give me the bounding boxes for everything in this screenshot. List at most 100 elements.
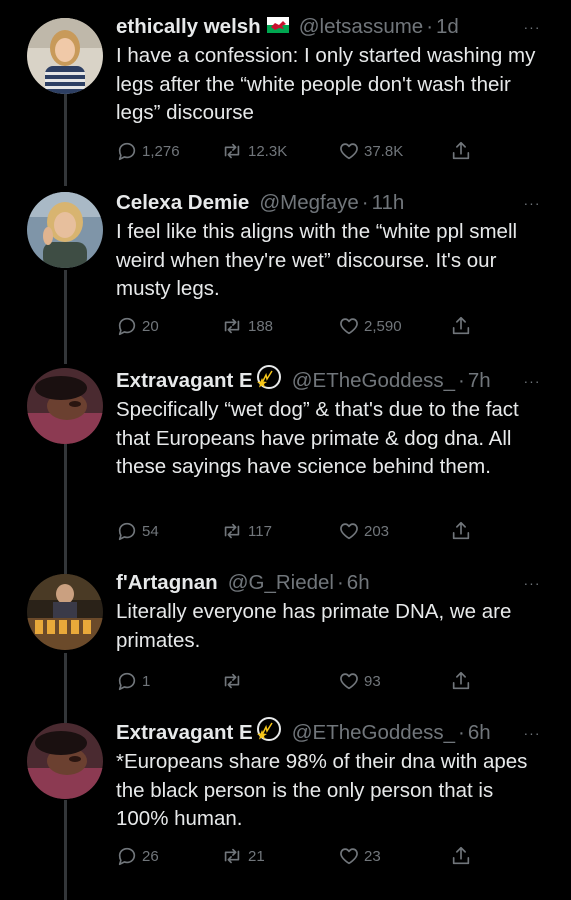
tweet[interactable]: ethically welsh @letsassume · 1d ··· I h…: [0, 12, 571, 174]
retweet-button[interactable]: 188: [220, 314, 273, 338]
dizzy-comet-icon: [256, 716, 282, 750]
reply-button[interactable]: 20: [116, 314, 159, 338]
like-count: 2,590: [364, 317, 402, 335]
tweet-header: Extravagant E @ETheGoddess_ · 7h ···: [116, 364, 543, 396]
avatar[interactable]: [27, 18, 103, 94]
tweet-header: ethically welsh @letsassume · 1d ···: [116, 12, 543, 42]
reply-count: 54: [142, 522, 159, 540]
user-handle[interactable]: @ETheGoddess_: [292, 718, 455, 748]
share-icon: [452, 846, 470, 865]
tweet-actions: 1 93: [116, 669, 486, 693]
retweet-count: 12.3K: [248, 142, 288, 160]
user-handle[interactable]: @ETheGoddess_: [292, 366, 455, 396]
tweet-header: Extravagant E @ETheGoddess_ · 6h ···: [116, 716, 543, 750]
separator-dot: ·: [426, 15, 434, 38]
share-icon: [452, 141, 470, 160]
retweet-button[interactable]: 12.3K: [220, 139, 287, 163]
retweet-count: 117: [248, 522, 272, 540]
tweet[interactable]: Celexa Demie @Megfaye · 11h ··· I feel l…: [0, 188, 571, 344]
reply-icon: [118, 672, 136, 691]
avatar[interactable]: [27, 192, 103, 268]
timestamp[interactable]: 1d: [436, 12, 459, 42]
like-button[interactable]: 203: [338, 519, 389, 543]
retweet-icon: [224, 318, 240, 334]
like-button[interactable]: 23: [338, 844, 381, 868]
tweet[interactable]: Extravagant E @ETheGoddess_ · 6h ··· *Eu…: [0, 716, 571, 878]
more-icon[interactable]: ···: [521, 12, 543, 42]
reply-icon: [118, 142, 136, 161]
more-icon[interactable]: ···: [521, 568, 543, 598]
avatar[interactable]: [27, 723, 103, 799]
reply-count: 1: [142, 672, 151, 690]
retweet-icon: [224, 523, 240, 539]
avatar[interactable]: [27, 368, 103, 444]
retweet-button[interactable]: [220, 669, 248, 693]
reply-icon: [118, 317, 136, 336]
user-handle[interactable]: @Megfaye: [259, 188, 358, 218]
like-button[interactable]: 2,590: [338, 314, 402, 338]
retweet-icon: [224, 848, 240, 864]
tweet-text: I have a confession: I only started wash…: [116, 44, 536, 124]
share-button[interactable]: [450, 139, 476, 163]
share-icon: [452, 316, 470, 335]
like-count: 37.8K: [364, 142, 404, 160]
tweet[interactable]: Extravagant E @ETheGoddess_ · 7h ··· Spe…: [0, 364, 571, 560]
timestamp[interactable]: 6h: [347, 568, 370, 598]
retweet-icon: [224, 673, 240, 689]
avatar[interactable]: [27, 574, 103, 650]
reply-count: 1,276: [142, 142, 180, 160]
retweet-button[interactable]: 117: [220, 519, 272, 543]
more-icon[interactable]: ···: [521, 366, 543, 396]
reply-count: 26: [142, 847, 159, 865]
retweet-count: 188: [248, 317, 274, 335]
separator-dot: ·: [458, 721, 465, 744]
separator-dot: ·: [458, 369, 465, 392]
display-name[interactable]: Extravagant E: [116, 718, 253, 748]
tweet-actions: 26 21 23: [116, 844, 486, 868]
tweet-text: Literally everyone has primate DNA, we a…: [116, 600, 512, 652]
user-handle[interactable]: @G_Riedel: [228, 568, 334, 598]
retweet-icon: [224, 143, 240, 159]
tweet-header: Celexa Demie @Megfaye · 11h ···: [116, 188, 543, 218]
separator-dot: ·: [361, 191, 369, 214]
more-icon[interactable]: ···: [521, 718, 543, 748]
timestamp[interactable]: 7h: [468, 366, 491, 396]
display-name[interactable]: f'Artagnan: [116, 568, 218, 598]
like-count: 93: [364, 672, 381, 690]
reply-button[interactable]: 1,276: [116, 139, 180, 163]
share-icon: [452, 521, 470, 540]
more-icon[interactable]: ···: [521, 188, 543, 218]
share-button[interactable]: [450, 669, 476, 693]
user-handle[interactable]: @letsassume: [299, 12, 424, 42]
display-name[interactable]: ethically welsh: [116, 12, 261, 42]
tweet[interactable]: f'Artagnan @G_Riedel · 6h ··· Literally …: [0, 568, 571, 698]
like-count: 23: [364, 847, 381, 865]
welsh-flag-icon: [266, 12, 289, 42]
reply-button[interactable]: 54: [116, 519, 159, 543]
timestamp[interactable]: 6h: [468, 718, 491, 748]
retweet-count: 21: [248, 847, 265, 865]
like-icon: [340, 143, 358, 160]
like-icon: [340, 318, 358, 335]
share-button[interactable]: [450, 314, 476, 338]
like-count: 203: [364, 522, 390, 540]
like-button[interactable]: 37.8K: [338, 139, 403, 163]
tweet-actions: 54 117 203: [116, 519, 486, 543]
reply-button[interactable]: 1: [116, 669, 150, 693]
retweet-button[interactable]: 21: [220, 844, 265, 868]
reply-icon: [118, 522, 136, 541]
share-button[interactable]: [450, 844, 476, 868]
tweet-text: I feel like this aligns with the “white …: [116, 220, 518, 300]
reply-button[interactable]: 26: [116, 844, 159, 868]
tweet-actions: 20 188 2,590: [116, 314, 486, 338]
display-name[interactable]: Celexa Demie: [116, 188, 249, 218]
tweet-text: Specifically “wet dog” & that's due to t…: [116, 398, 519, 478]
timestamp[interactable]: 11h: [372, 188, 405, 218]
separator-dot: ·: [336, 571, 344, 594]
display-name[interactable]: Extravagant E: [116, 366, 253, 396]
tweet-actions: 1,276 12.3K 37.8K: [116, 139, 486, 163]
like-button[interactable]: 93: [338, 669, 381, 693]
share-button[interactable]: [450, 519, 476, 543]
tweet-header: f'Artagnan @G_Riedel · 6h ···: [116, 568, 543, 598]
reply-count: 20: [142, 317, 159, 335]
